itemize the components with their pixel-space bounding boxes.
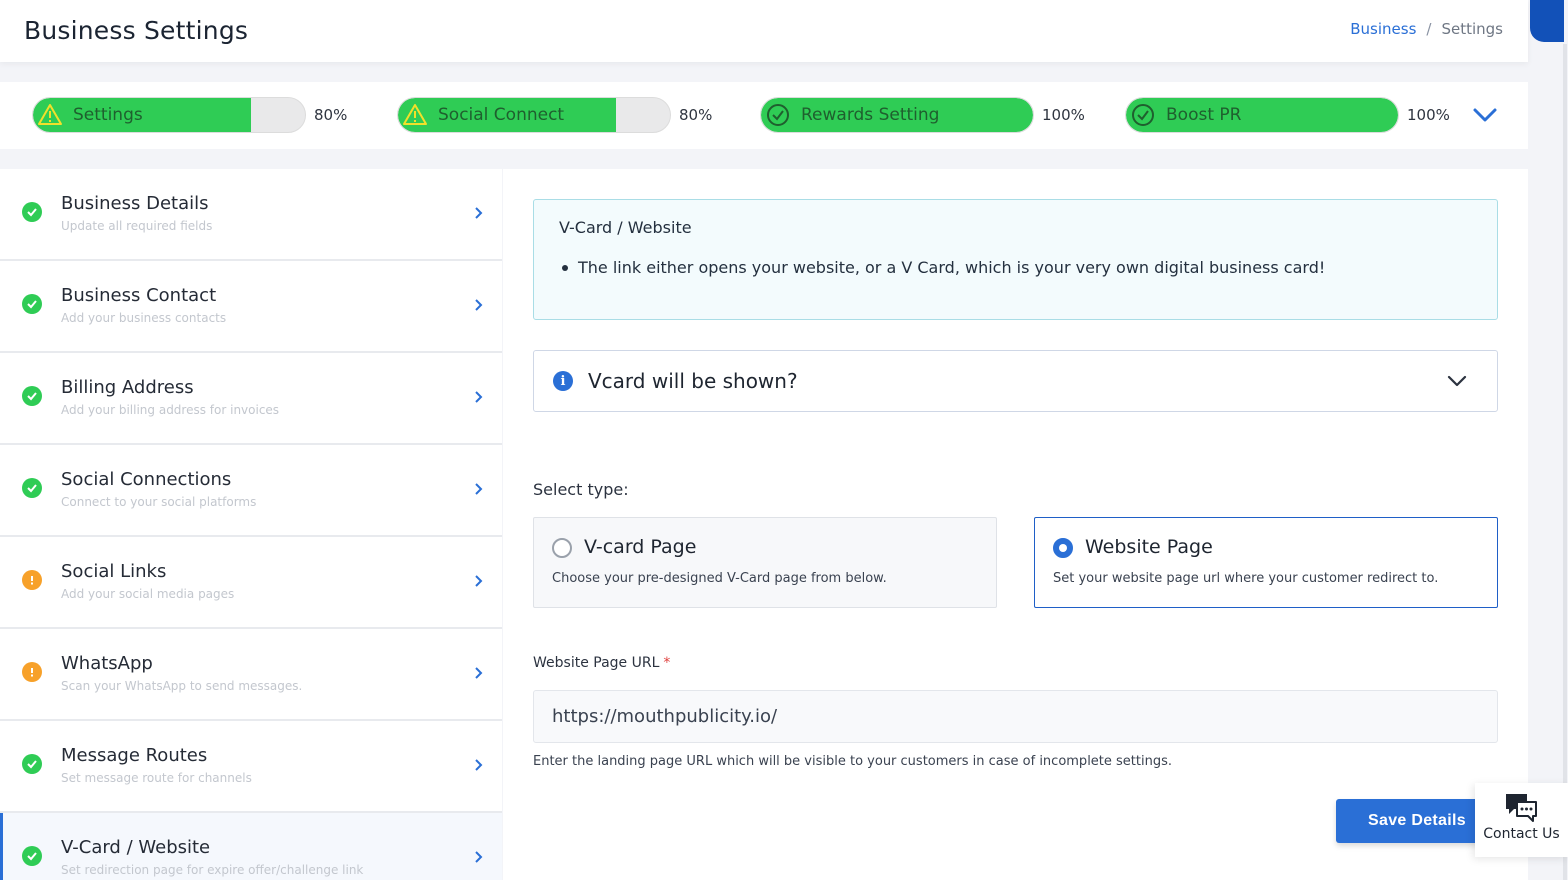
- website-url-label-text: Website Page URL: [533, 655, 660, 671]
- progress-percent: 100%: [1042, 106, 1085, 124]
- breadcrumb-separator: /: [1426, 20, 1432, 38]
- sidebar-item-subtitle: Add your business contacts: [61, 311, 227, 325]
- sidebar-item-title: Social Connections: [61, 469, 232, 490]
- sidebar-item-subtitle: Add your billing address for invoices: [61, 403, 280, 417]
- check-icon: [22, 202, 42, 222]
- settings-sidebar: Business Details Update all required fie…: [0, 169, 502, 880]
- chevron-right-icon: [472, 573, 486, 589]
- chat-bubbles-icon: [1503, 791, 1539, 823]
- sidebar-item-subtitle: Set message route for channels: [61, 771, 252, 785]
- progress-percent: 100%: [1407, 106, 1450, 124]
- breadcrumb-business-link[interactable]: Business: [1350, 20, 1416, 38]
- warning-icon: [402, 102, 428, 128]
- sidebar-item-business-details[interactable]: Business Details Update all required fie…: [0, 169, 502, 261]
- chevron-down-icon[interactable]: [1470, 103, 1500, 127]
- chevron-right-icon: [472, 757, 486, 773]
- sidebar-item-billing-address[interactable]: Billing Address Add your billing address…: [0, 353, 502, 445]
- chevron-right-icon: [472, 297, 486, 313]
- exclamation-icon: [22, 662, 42, 682]
- progress-label: Social Connect: [438, 105, 565, 125]
- sidebar-item-subtitle: Connect to your social platforms: [61, 495, 257, 509]
- radio-button-selected[interactable]: [1053, 538, 1073, 558]
- page-header: Business Settings Business / Settings: [0, 0, 1528, 62]
- chevron-right-icon: [472, 389, 486, 405]
- check-icon: [22, 294, 42, 314]
- sidebar-item-social-links[interactable]: Social Links Add your social media pages: [0, 537, 502, 629]
- progress-strip: Settings 80% Social Connect 80% Rewards …: [0, 82, 1528, 149]
- progress-track: Rewards Setting: [760, 97, 1034, 133]
- website-url-input[interactable]: [533, 690, 1498, 743]
- website-url-help: Enter the landing page URL which will be…: [533, 754, 1172, 769]
- sidebar-item-title: V-Card / Website: [61, 837, 211, 858]
- page-scrollbar[interactable]: [1563, 44, 1567, 880]
- select-type-label: Select type:: [533, 480, 629, 499]
- sidebar-item-social-connections[interactable]: Social Connections Connect to your socia…: [0, 445, 502, 537]
- chevron-right-icon: [472, 849, 486, 865]
- progress-label: Boost PR: [1166, 105, 1242, 125]
- contact-us-widget[interactable]: Contact Us: [1475, 783, 1568, 857]
- progress-percent: 80%: [679, 106, 713, 124]
- progress-social-connect[interactable]: Social Connect 80%: [397, 97, 712, 133]
- progress-label: Rewards Setting: [801, 105, 940, 125]
- check-icon: [22, 846, 42, 866]
- vcard-website-panel: V-Card / Website The link either opens y…: [503, 169, 1528, 880]
- option-title: V-card Page: [584, 536, 697, 558]
- check-icon: [22, 478, 42, 498]
- chevron-right-icon: [472, 481, 486, 497]
- sidebar-item-title: WhatsApp: [61, 653, 153, 674]
- sidebar-item-title: Business Details: [61, 193, 209, 214]
- sidebar-item-subtitle: Update all required fields: [61, 219, 213, 233]
- required-mark: *: [663, 655, 671, 671]
- website-url-label: Website Page URL *: [533, 655, 670, 671]
- contact-us-label: Contact Us: [1483, 826, 1560, 842]
- check-circle-icon: [765, 102, 791, 128]
- warning-icon: [37, 102, 63, 128]
- breadcrumb: Business / Settings: [1350, 20, 1503, 38]
- option-website-page[interactable]: Website Page Set your website page url w…: [1034, 517, 1498, 608]
- accordion-title: Vcard will be shown?: [588, 369, 798, 393]
- exclamation-icon: [22, 570, 42, 590]
- chevron-down-icon: [1446, 373, 1468, 389]
- sidebar-item-title: Billing Address: [61, 377, 194, 398]
- bullet-dot-icon: [562, 264, 568, 271]
- sidebar-item-business-contact[interactable]: Business Contact Add your business conta…: [0, 261, 502, 353]
- page-title: Business Settings: [24, 16, 249, 45]
- breadcrumb-current: Settings: [1441, 20, 1503, 38]
- option-description: Choose your pre-designed V-Card page fro…: [552, 571, 887, 586]
- sidebar-item-title: Business Contact: [61, 285, 217, 306]
- progress-settings[interactable]: Settings 80%: [32, 97, 347, 133]
- radio-button[interactable]: [552, 538, 572, 558]
- option-vcard-page[interactable]: V-card Page Choose your pre-designed V-C…: [533, 517, 997, 608]
- check-icon: [22, 386, 42, 406]
- sidebar-item-title: Message Routes: [61, 745, 208, 766]
- corner-decoration: [1530, 0, 1564, 42]
- option-description: Set your website page url where your cus…: [1053, 571, 1439, 586]
- progress-track: Social Connect: [397, 97, 671, 133]
- sidebar-item-subtitle: Set redirection page for expire offer/ch…: [61, 863, 364, 877]
- progress-track: Settings: [32, 97, 306, 133]
- chevron-right-icon: [472, 665, 486, 681]
- info-title: V-Card / Website: [559, 218, 692, 237]
- info-bullet-text: The link either opens your website, or a…: [578, 258, 1326, 277]
- progress-rewards-setting[interactable]: Rewards Setting 100%: [760, 97, 1085, 133]
- progress-boost-pr[interactable]: Boost PR 100%: [1125, 97, 1450, 133]
- info-bullet: The link either opens your website, or a…: [562, 258, 1325, 277]
- info-box: V-Card / Website The link either opens y…: [533, 199, 1498, 320]
- sidebar-item-subtitle: Scan your WhatsApp to send messages.: [61, 679, 303, 693]
- sidebar-item-title: Social Links: [61, 561, 167, 582]
- info-icon: i: [553, 371, 573, 391]
- option-title: Website Page: [1085, 536, 1213, 558]
- sidebar-item-vcard-website[interactable]: V-Card / Website Set redirection page fo…: [0, 813, 502, 880]
- progress-percent: 80%: [314, 106, 348, 124]
- save-details-button[interactable]: Save Details: [1336, 799, 1498, 843]
- check-icon: [22, 754, 42, 774]
- sidebar-item-subtitle: Add your social media pages: [61, 587, 235, 601]
- sidebar-item-message-routes[interactable]: Message Routes Set message route for cha…: [0, 721, 502, 813]
- progress-label: Settings: [73, 105, 143, 125]
- chevron-right-icon: [472, 205, 486, 221]
- check-circle-icon: [1130, 102, 1156, 128]
- sidebar-item-whatsapp[interactable]: WhatsApp Scan your WhatsApp to send mess…: [0, 629, 502, 721]
- vcard-shown-accordion[interactable]: i Vcard will be shown?: [533, 350, 1498, 412]
- progress-track: Boost PR: [1125, 97, 1399, 133]
